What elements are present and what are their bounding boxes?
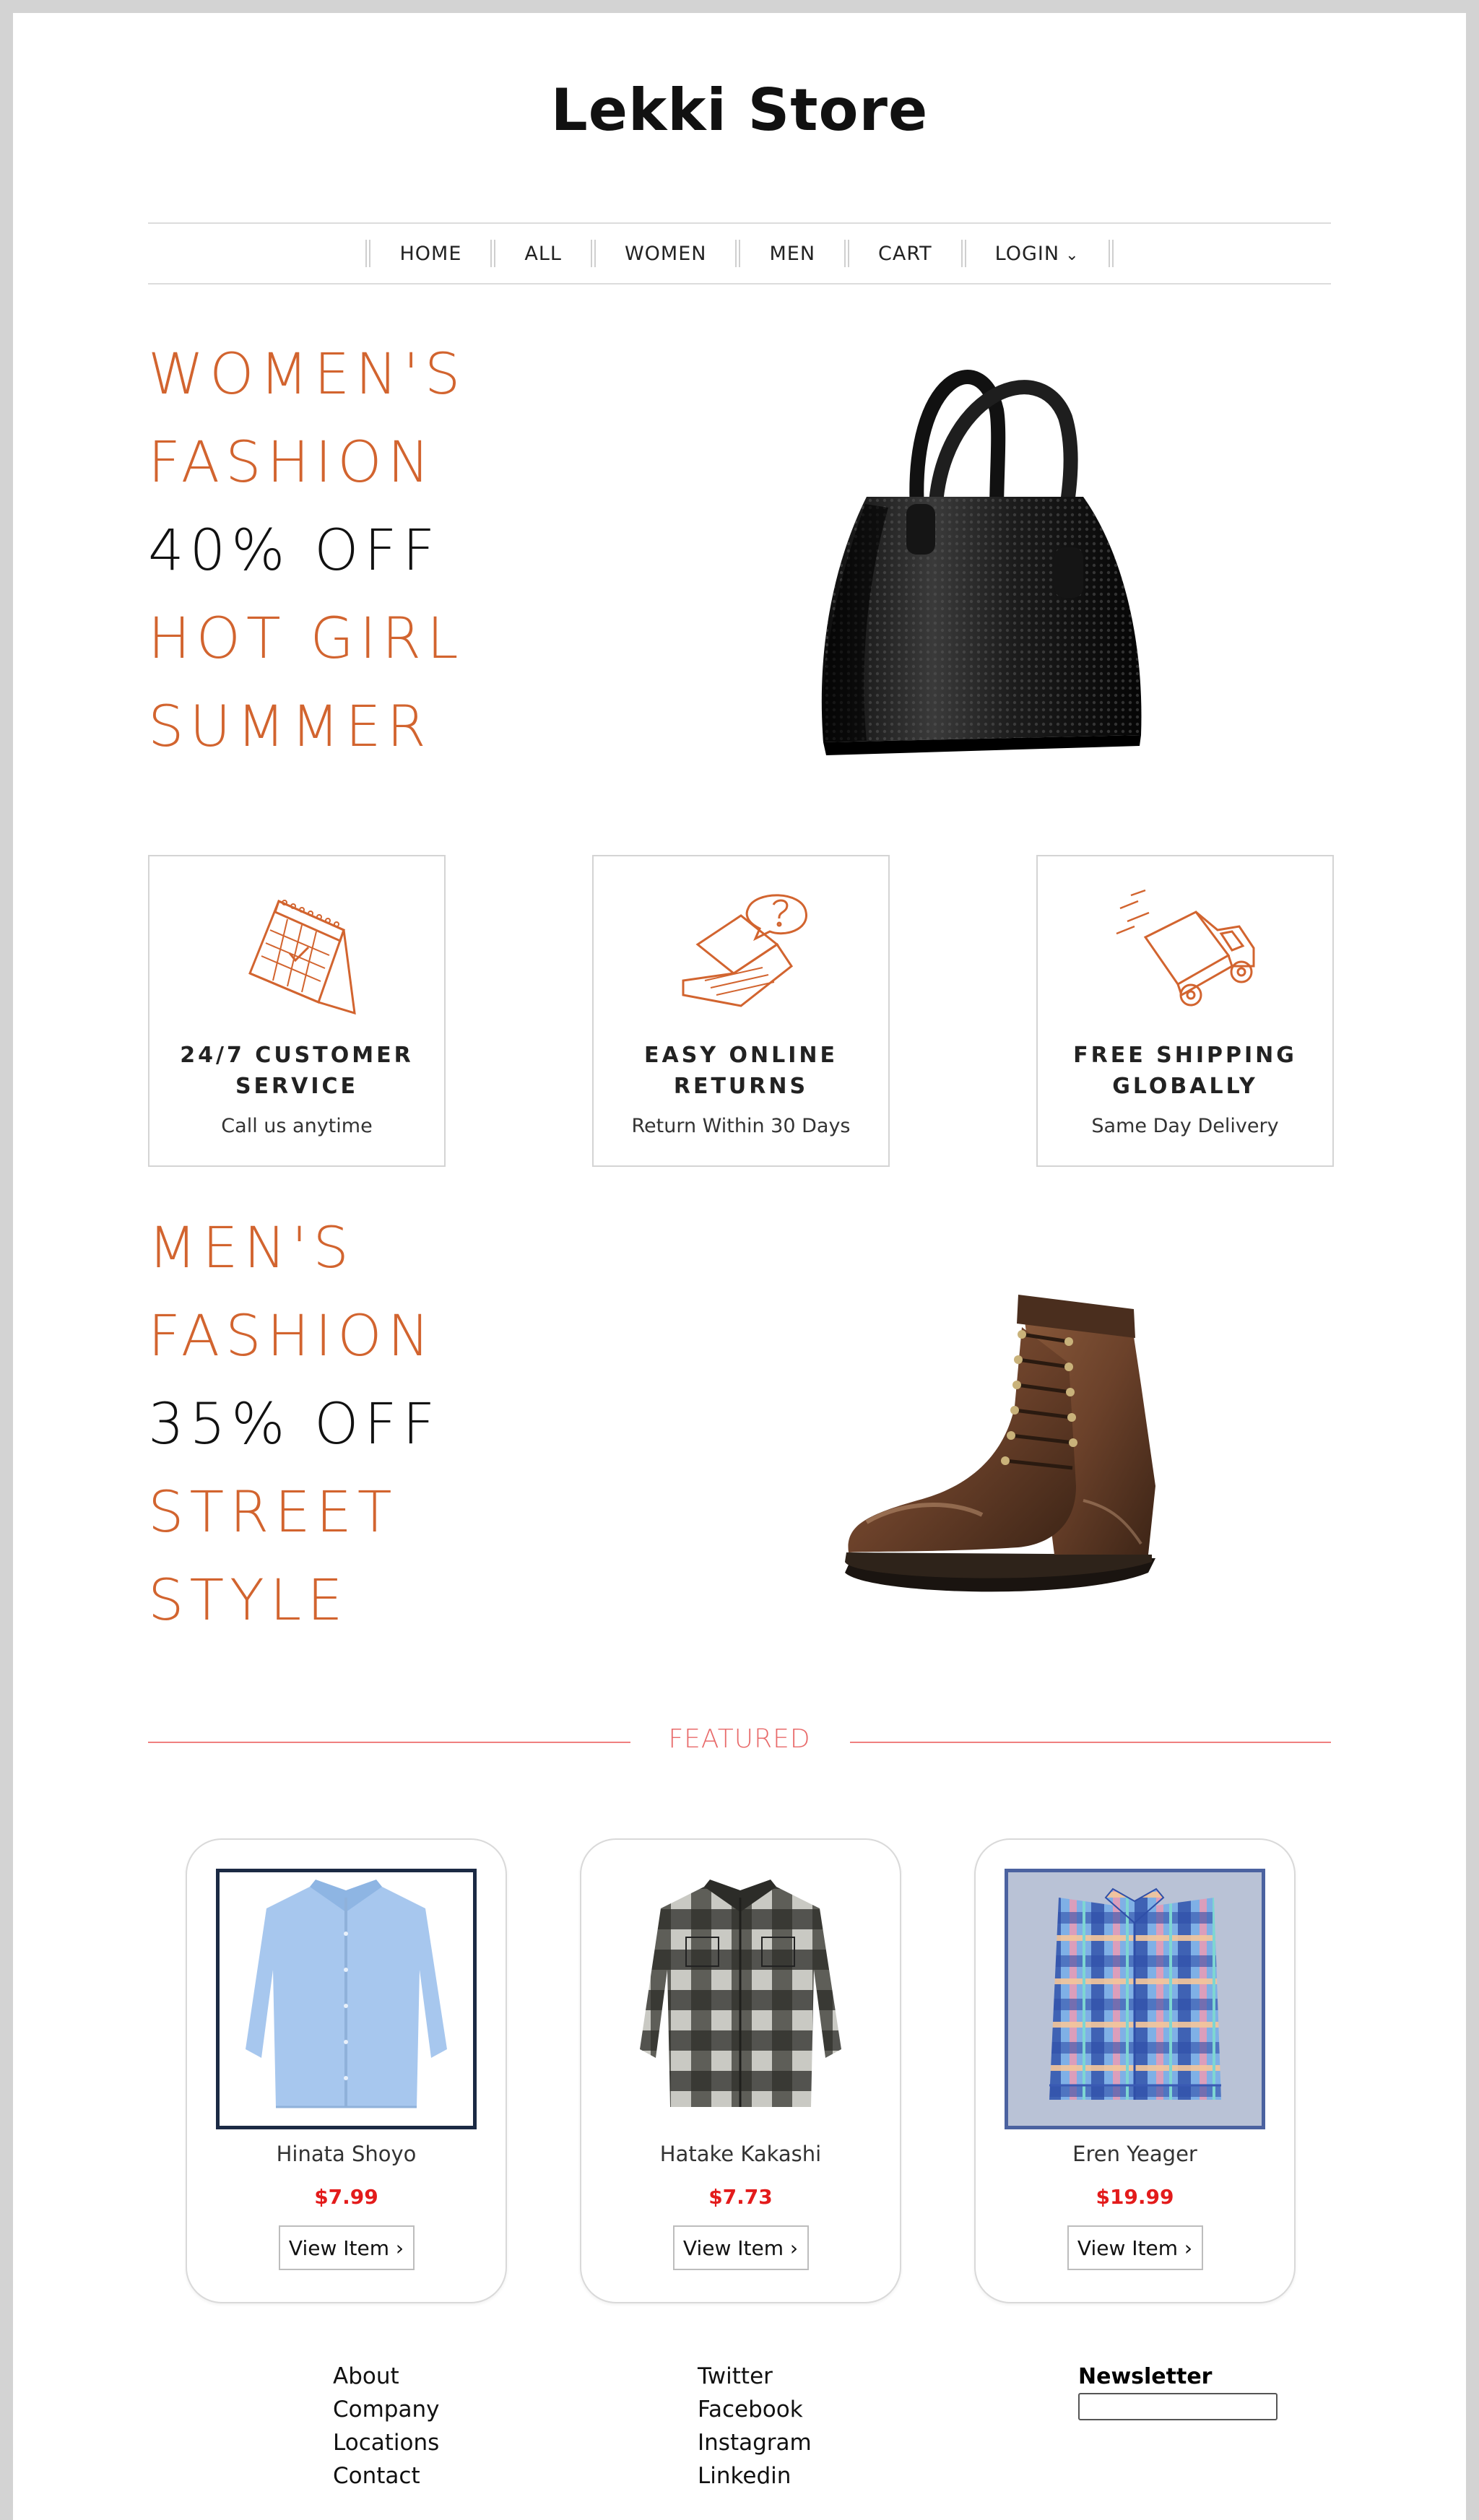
main-nav: HOME ALL WOMEN MEN CART LOGIN ⌄ xyxy=(148,222,1331,284)
product-price: $7.99 xyxy=(314,2185,378,2209)
feature-title-line: EASY ONLINE xyxy=(644,1043,838,1068)
footer-link-linkedin[interactable]: Linkedin xyxy=(698,2459,812,2493)
product-name[interactable]: Hatake Kakashi xyxy=(581,2142,900,2166)
view-item-button[interactable]: View Item › xyxy=(1067,2225,1203,2270)
footer-col-newsletter: Newsletter xyxy=(1078,2363,1278,2420)
newsletter-heading: Newsletter xyxy=(1078,2364,1213,2389)
nav-login-label: LOGIN xyxy=(994,242,1060,265)
feature-title: FREE SHIPPING GLOBALLY xyxy=(1038,1040,1332,1102)
hero-discount: 35% OFF xyxy=(148,1392,441,1457)
product-name[interactable]: Eren Yeager xyxy=(976,2142,1294,2166)
feature-title-line: FREE SHIPPING xyxy=(1073,1043,1297,1068)
product-image-blue-shirt[interactable] xyxy=(212,1865,480,2133)
hero-discount: 40% OFF xyxy=(148,518,441,583)
featured-divider-right xyxy=(850,1742,1331,1743)
feature-card-shipping: FREE SHIPPING GLOBALLY Same Day Delivery xyxy=(1036,855,1334,1167)
feature-subtitle: Same Day Delivery xyxy=(1091,1115,1279,1137)
featured-header: FEATURED xyxy=(148,1724,1331,1760)
features-row: 24/7 CUSTOMER SERVICE Call us anytime EA… xyxy=(148,855,1334,1167)
footer-link-about[interactable]: About xyxy=(333,2360,439,2393)
feature-card-service: 24/7 CUSTOMER SERVICE Call us anytime xyxy=(148,855,446,1167)
footer-link-company[interactable]: Company xyxy=(333,2393,439,2426)
nav-all[interactable]: ALL xyxy=(495,243,591,265)
feature-title-line: GLOBALLY xyxy=(1112,1074,1258,1099)
laptop-chat-icon xyxy=(594,887,888,1027)
footer: About Company Locations Contact Twitter … xyxy=(148,2360,1331,2520)
feature-subtitle: Return Within 30 Days xyxy=(631,1115,851,1137)
nav-home[interactable]: HOME xyxy=(370,243,490,265)
footer-link-facebook[interactable]: Facebook xyxy=(698,2393,812,2426)
site-title[interactable]: Lekki Store xyxy=(13,77,1466,144)
feature-subtitle: Call us anytime xyxy=(221,1115,373,1137)
footer-link-instagram[interactable]: Instagram xyxy=(698,2426,812,2459)
page: Lekki Store HOME ALL WOMEN MEN CART LOGI… xyxy=(13,13,1466,2520)
product-card[interactable]: Hatake Kakashi $7.73 View Item › xyxy=(580,1838,901,2303)
footer-col-social: Twitter Facebook Instagram Linkedin xyxy=(698,2360,812,2493)
nav-divider xyxy=(735,240,741,267)
feature-title: EASY ONLINE RETURNS xyxy=(594,1040,888,1102)
hero-men-text: MEN'S FASHION 35% OFF STREET STYLE xyxy=(148,1204,581,1645)
product-price: $19.99 xyxy=(1096,2185,1174,2209)
hero-line: FASHION xyxy=(148,1304,435,1369)
nav-login-dropdown[interactable]: LOGIN ⌄ xyxy=(966,243,1109,265)
calendar-icon xyxy=(149,887,444,1027)
hero-line: MEN'S xyxy=(148,1216,355,1281)
nav-divider xyxy=(1108,240,1114,267)
hero-men: MEN'S FASHION 35% OFF STREET STYLE xyxy=(148,1204,1331,1638)
featured-products: Hinata Shoyo $7.99 View Item › Hatake Ka… xyxy=(148,1838,1331,2303)
boot-image xyxy=(838,1284,1170,1619)
chevron-down-icon: ⌄ xyxy=(1065,246,1080,264)
hero-women: WOMEN'S FASHION 40% OFF HOT GIRL SUMMER xyxy=(148,331,1331,764)
footer-col-company: About Company Locations Contact xyxy=(333,2360,439,2493)
feature-card-returns: EASY ONLINE RETURNS Return Within 30 Day… xyxy=(592,855,890,1167)
feature-title-line: 24/7 CUSTOMER xyxy=(180,1043,414,1068)
hero-line: STYLE xyxy=(148,1568,349,1633)
hero-line: WOMEN'S xyxy=(148,342,467,407)
product-card[interactable]: Eren Yeager $19.99 View Item › xyxy=(974,1838,1296,2303)
product-name[interactable]: Hinata Shoyo xyxy=(187,2142,506,2166)
view-item-button[interactable]: View Item › xyxy=(672,2225,809,2270)
handbag-image xyxy=(780,331,1184,767)
footer-link-contact[interactable]: Contact xyxy=(333,2459,439,2493)
nav-divider xyxy=(590,240,596,267)
nav-divider xyxy=(844,240,850,267)
hero-line: FASHION xyxy=(148,430,435,495)
footer-link-locations[interactable]: Locations xyxy=(333,2426,439,2459)
hero-line: SUMMER xyxy=(148,695,432,760)
product-price: $7.73 xyxy=(708,2185,773,2209)
nav-men[interactable]: MEN xyxy=(740,243,844,265)
delivery-truck-icon xyxy=(1038,887,1332,1027)
nav-divider xyxy=(490,240,496,267)
footer-link-twitter[interactable]: Twitter xyxy=(698,2360,812,2393)
nav-cart[interactable]: CART xyxy=(849,243,961,265)
hero-women-text: WOMEN'S FASHION 40% OFF HOT GIRL SUMMER xyxy=(148,331,581,771)
hero-line: HOT GIRL xyxy=(148,607,464,672)
product-card[interactable]: Hinata Shoyo $7.99 View Item › xyxy=(186,1838,507,2303)
nav-divider xyxy=(365,240,371,267)
product-image-madras-shirt[interactable] xyxy=(1001,1865,1269,2133)
hero-line: STREET xyxy=(148,1480,398,1545)
feature-title-line: RETURNS xyxy=(673,1074,809,1099)
nav-divider xyxy=(960,240,966,267)
newsletter-input[interactable] xyxy=(1078,2393,1278,2420)
featured-label: FEATURED xyxy=(668,1724,811,1754)
product-image-plaid-shirt[interactable] xyxy=(610,1869,871,2129)
nav-women[interactable]: WOMEN xyxy=(596,243,736,265)
view-item-button[interactable]: View Item › xyxy=(278,2225,415,2270)
feature-title-line: SERVICE xyxy=(235,1074,359,1099)
feature-title: 24/7 CUSTOMER SERVICE xyxy=(149,1040,444,1102)
